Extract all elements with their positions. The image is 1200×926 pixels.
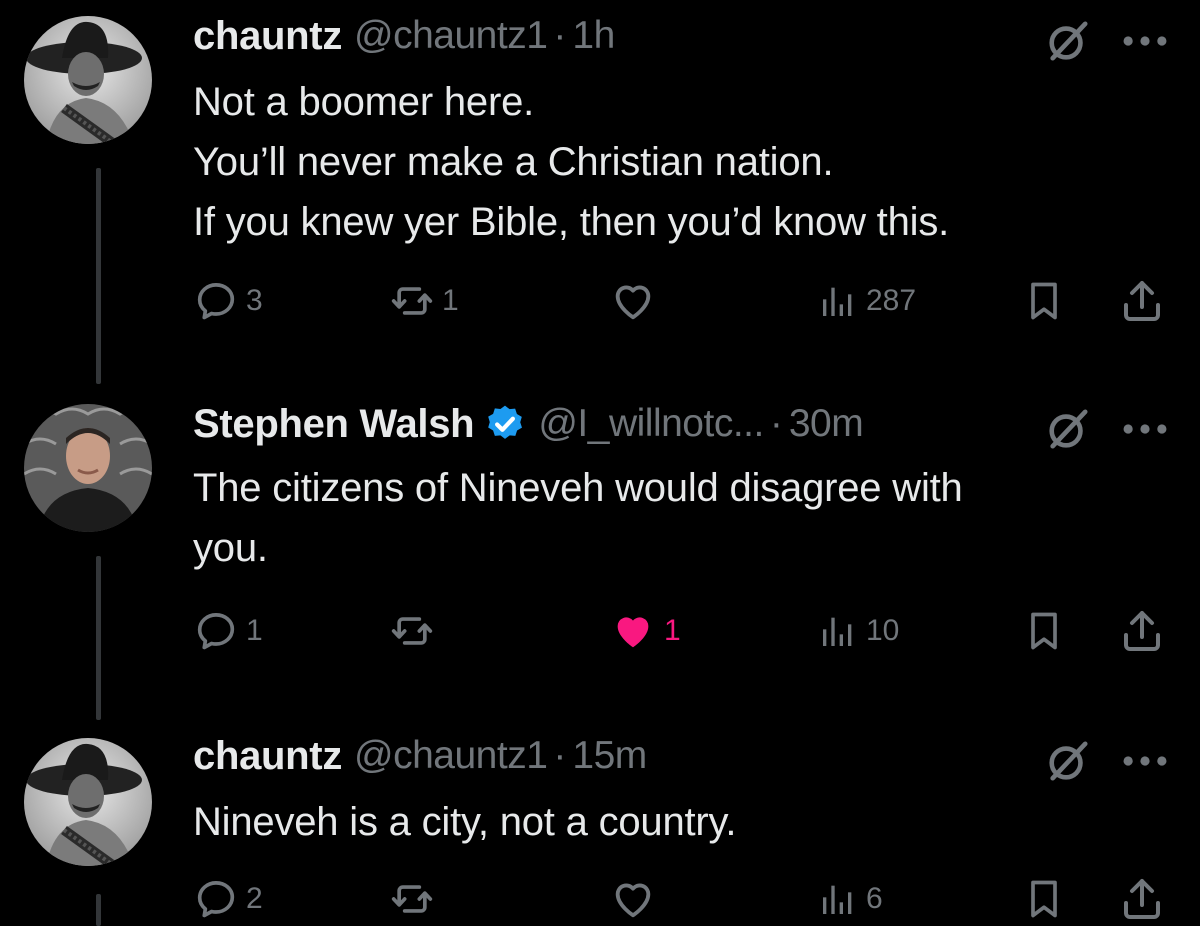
display-name[interactable]: chauntz xyxy=(193,14,342,59)
reply-button[interactable]: 2 xyxy=(194,874,263,924)
tweet-text-line: You’ll never make a Christian nation. xyxy=(193,140,834,184)
reply-icon xyxy=(194,279,238,323)
views-icon xyxy=(818,281,858,321)
tweet-header: chauntz @chauntz1 · 1h xyxy=(193,8,1160,64)
grok-icon[interactable] xyxy=(1045,406,1091,452)
tweet-text: Nineveh is a city, not a country. xyxy=(193,792,1153,852)
user-handle[interactable]: @chauntz1 xyxy=(354,734,548,778)
repost-icon xyxy=(390,279,434,323)
tweet-text-line: Nineveh is a city, not a country. xyxy=(193,800,737,844)
reply-count: 2 xyxy=(246,882,263,915)
tweet-text-line: The citizens of Nineveh would disagree w… xyxy=(193,466,963,510)
separator-dot: · xyxy=(553,14,567,57)
action-bar: 2 6 xyxy=(0,874,1200,924)
share-button[interactable] xyxy=(1118,874,1166,924)
bookmark-icon xyxy=(1022,877,1066,921)
bookmark-button[interactable] xyxy=(1022,276,1066,326)
heart-filled-icon xyxy=(610,608,656,654)
repost-icon xyxy=(390,609,434,653)
views-icon xyxy=(818,879,858,919)
share-icon xyxy=(1118,607,1166,655)
verified-badge-icon xyxy=(484,403,526,445)
views-button[interactable]: 10 xyxy=(818,606,899,656)
action-bar: 1 1 10 xyxy=(0,606,1200,656)
like-button[interactable] xyxy=(610,276,656,326)
tweet-text-line: you. xyxy=(193,526,268,570)
reply-icon xyxy=(194,877,238,921)
tweet-text: The citizens of Nineveh would disagree w… xyxy=(193,458,1153,578)
avatar[interactable] xyxy=(24,16,152,144)
avatar[interactable] xyxy=(24,738,152,866)
reply-count: 3 xyxy=(246,284,263,317)
like-button[interactable]: 1 xyxy=(610,606,681,656)
action-bar: 3 1 287 xyxy=(0,276,1200,326)
like-count: 1 xyxy=(664,614,681,647)
views-icon xyxy=(818,611,858,651)
more-icon[interactable] xyxy=(1122,753,1168,769)
grok-icon[interactable] xyxy=(1045,738,1091,784)
share-button[interactable] xyxy=(1118,606,1166,656)
reply-button[interactable]: 1 xyxy=(194,606,263,656)
repost-count: 1 xyxy=(442,284,459,317)
bookmark-button[interactable] xyxy=(1022,874,1066,924)
tweet-text-line: If you knew yer Bible, then you’d know t… xyxy=(193,200,950,244)
timestamp[interactable]: 30m xyxy=(789,402,864,446)
user-handle[interactable]: @I_willnotc... xyxy=(538,402,764,446)
repost-button[interactable]: 1 xyxy=(390,276,459,326)
view-count: 10 xyxy=(866,614,900,647)
heart-icon xyxy=(610,876,656,922)
bookmark-button[interactable] xyxy=(1022,606,1066,656)
grok-icon[interactable] xyxy=(1045,18,1091,64)
repost-button[interactable] xyxy=(390,874,442,924)
heart-icon xyxy=(610,278,656,324)
timestamp[interactable]: 15m xyxy=(572,734,647,778)
tweet-text: Not a boomer here. You’ll never make a C… xyxy=(193,72,1153,252)
like-button[interactable] xyxy=(610,874,656,924)
reply-icon xyxy=(194,609,238,653)
reply-count: 1 xyxy=(246,614,263,647)
share-icon xyxy=(1118,875,1166,923)
views-button[interactable]: 287 xyxy=(818,276,916,326)
user-handle[interactable]: @chauntz1 xyxy=(354,14,548,58)
more-icon[interactable] xyxy=(1122,33,1168,49)
bookmark-icon xyxy=(1022,279,1066,323)
tweet-header: chauntz @chauntz1 · 15m xyxy=(193,728,1160,784)
view-count: 6 xyxy=(866,882,883,915)
more-icon[interactable] xyxy=(1122,421,1168,437)
views-button[interactable]: 6 xyxy=(818,874,883,924)
bookmark-icon xyxy=(1022,609,1066,653)
separator-dot: · xyxy=(769,402,783,445)
view-count: 287 xyxy=(866,284,917,317)
avatar-man-photo-icon xyxy=(24,404,152,532)
display-name[interactable]: Stephen Walsh xyxy=(193,402,475,447)
share-button[interactable] xyxy=(1118,276,1166,326)
avatar[interactable] xyxy=(24,404,152,532)
tweet-text-line: Not a boomer here. xyxy=(193,80,535,124)
repost-icon xyxy=(390,877,434,921)
display-name[interactable]: chauntz xyxy=(193,734,342,779)
repost-button[interactable] xyxy=(390,606,442,656)
tweet-header: Stephen Walsh @I_willnotc... · 30m xyxy=(193,396,1160,452)
separator-dot: · xyxy=(553,734,567,777)
avatar-sombrero-photo-icon xyxy=(24,16,152,144)
timestamp[interactable]: 1h xyxy=(572,14,615,58)
avatar-sombrero-photo-icon xyxy=(24,738,152,866)
share-icon xyxy=(1118,277,1166,325)
reply-button[interactable]: 3 xyxy=(194,276,263,326)
